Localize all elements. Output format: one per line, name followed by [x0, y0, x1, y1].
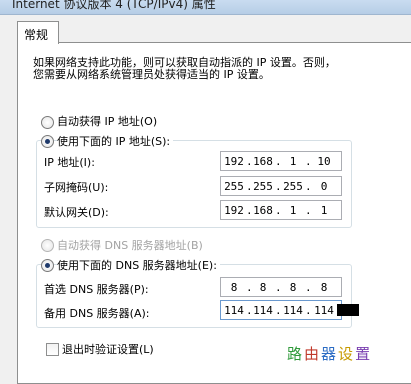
- watermark-char: 置: [355, 345, 373, 363]
- auto-ip-label[interactable]: 自动获得 IP 地址(O): [57, 113, 157, 129]
- alternate-dns-input[interactable]: 114. 114. 114. 114: [220, 300, 359, 320]
- auto-dns-radio[interactable]: [41, 239, 54, 252]
- pdns-octet-1: 8: [230, 281, 238, 294]
- tab-general[interactable]: 常规: [17, 21, 59, 44]
- octet-dot: .: [275, 180, 282, 193]
- manual-dns-label[interactable]: 使用下面的 DNS 服务器地址(E):: [57, 257, 220, 273]
- mask-octet-3: 255: [283, 180, 303, 193]
- gateway-octet-1: 192: [224, 204, 244, 217]
- description-line-2: 您需要从网络系统管理员处获得适当的 IP 设置。: [33, 68, 270, 81]
- octet-dot: .: [305, 204, 312, 217]
- preferred-dns-label: 首选 DNS 服务器(P):: [44, 283, 149, 296]
- text-caret: [337, 304, 359, 316]
- adns-octet-1: 114: [224, 304, 244, 317]
- validate-on-exit-label[interactable]: 退出时验证设置(L): [62, 341, 154, 357]
- gateway-octet-4: 1: [320, 204, 328, 217]
- octet-dot: .: [305, 281, 312, 294]
- pdns-octet-2: 8: [259, 281, 267, 294]
- description-text: 如果网络支持此功能，则可以获取自动指派的 IP 设置。否则， 您需要从网络系统管…: [33, 57, 373, 81]
- adns-octet-3: 114: [283, 304, 303, 317]
- adns-octet-2: 114: [253, 304, 273, 317]
- pdns-octet-3: 8: [289, 281, 297, 294]
- pdns-octet-4: 8: [320, 281, 328, 294]
- auto-ip-radio[interactable]: [41, 116, 54, 129]
- subnet-mask-input[interactable]: 255. 255. 255. 0: [220, 176, 342, 196]
- alternate-dns-label: 备用 DNS 服务器(A):: [44, 307, 150, 320]
- watermark-char: 由: [304, 345, 322, 363]
- gateway-octet-2: 168: [253, 204, 273, 217]
- octet-dot: .: [305, 180, 312, 193]
- manual-dns-radio[interactable]: [41, 259, 54, 272]
- ip-octet-1: 192: [224, 155, 244, 168]
- ip-address-label: IP 地址(I):: [44, 156, 95, 169]
- mask-octet-4: 0: [320, 180, 328, 193]
- ip-octet-4: 10: [317, 155, 331, 168]
- default-gateway-input[interactable]: 192. 168. 1. 1: [220, 200, 342, 220]
- octet-dot: .: [305, 304, 312, 317]
- tab-general-label: 常规: [24, 28, 49, 42]
- watermark-char: 器: [321, 345, 339, 363]
- window-titlebar: Internet 协议版本 4 (TCP/IPv4) 属性: [0, 0, 411, 15]
- octet-dot: .: [305, 155, 312, 168]
- octet-dot: .: [275, 281, 282, 294]
- default-gateway-label: 默认网关(D):: [44, 206, 109, 219]
- window-title: Internet 协议版本 4 (TCP/IPv4) 属性: [12, 0, 216, 11]
- ip-address-input[interactable]: 192. 168. 1. 10: [220, 151, 342, 171]
- watermark-char: 路: [287, 345, 305, 363]
- mask-octet-1: 255: [224, 180, 244, 193]
- manual-ip-radio[interactable]: [41, 135, 54, 148]
- watermark-char: 设: [338, 345, 356, 363]
- gateway-octet-3: 1: [289, 204, 297, 217]
- ip-octet-3: 1: [289, 155, 297, 168]
- subnet-mask-label: 子网掩码(U):: [44, 181, 109, 194]
- preferred-dns-input[interactable]: 8. 8. 8. 8: [220, 277, 342, 297]
- adns-octet-4: 114: [314, 304, 334, 317]
- octet-dot: .: [275, 304, 282, 317]
- manual-ip-label[interactable]: 使用下面的 IP 地址(S):: [57, 133, 174, 149]
- auto-dns-label[interactable]: 自动获得 DNS 服务器地址(B): [57, 237, 203, 253]
- validate-on-exit-checkbox[interactable]: [46, 343, 59, 356]
- ip-octet-2: 168: [253, 155, 273, 168]
- octet-dot: .: [275, 204, 282, 217]
- octet-dot: .: [275, 155, 282, 168]
- mask-octet-2: 255: [253, 180, 273, 193]
- watermark: 路由器设置: [287, 343, 372, 364]
